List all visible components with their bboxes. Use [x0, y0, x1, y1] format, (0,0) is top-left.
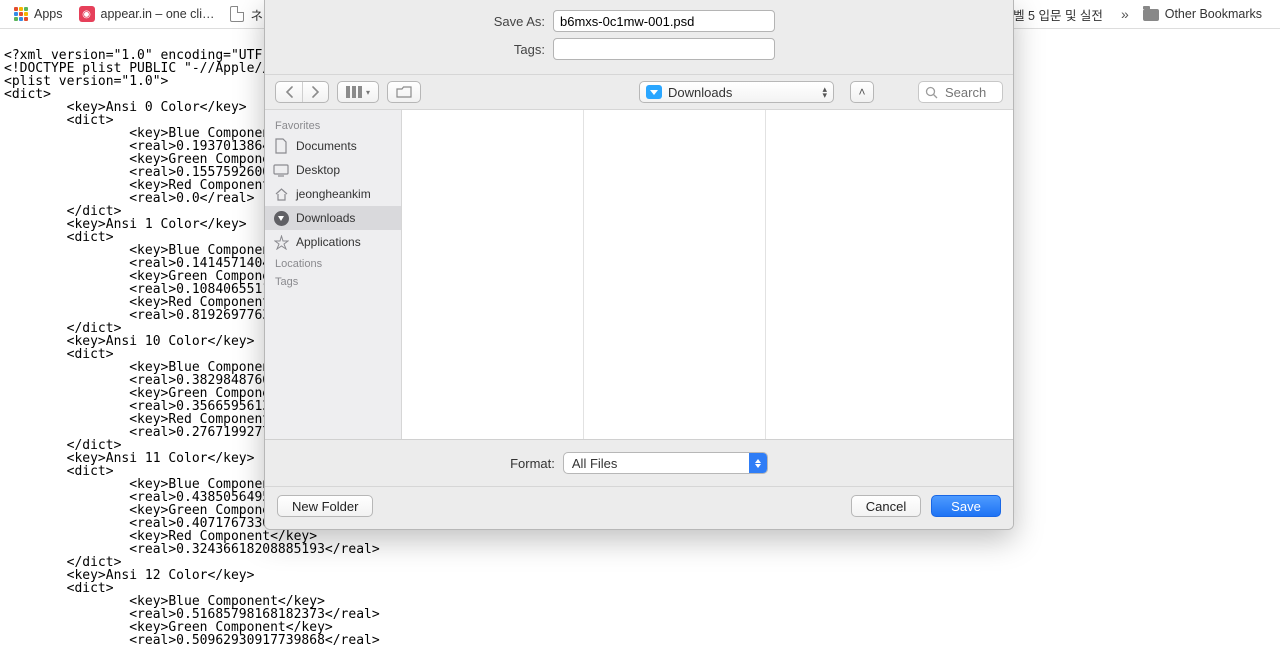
applications-icon	[273, 234, 289, 250]
sidebar-item-label: Applications	[296, 235, 361, 249]
bookmark-appearin[interactable]: ◉ appear.in – one cli…	[73, 2, 221, 26]
folder-icon	[1143, 9, 1159, 21]
format-row: Format: All Files	[265, 440, 1013, 487]
action-button[interactable]	[387, 81, 421, 103]
search-field[interactable]	[918, 81, 1003, 103]
desktop-icon	[273, 162, 289, 178]
sidebar-item-applications[interactable]: Applications	[265, 230, 401, 254]
chevron-left-icon	[285, 86, 294, 98]
location-label: Downloads	[668, 85, 732, 100]
bookmark-label: Apps	[34, 7, 63, 21]
file-column-2[interactable]	[584, 110, 766, 439]
bookmark-right[interactable]: 벨 5 입문 및 실전	[1007, 1, 1109, 28]
bookmark-overflow[interactable]: »	[1113, 6, 1137, 22]
sidebar-item-label: Desktop	[296, 163, 340, 177]
search-input[interactable]	[943, 84, 996, 101]
view-segment[interactable]: ▾	[337, 81, 379, 103]
format-label: Format:	[510, 456, 555, 471]
save-as-input[interactable]	[553, 10, 775, 32]
home-icon	[273, 186, 289, 202]
bookmark-label: appear.in – one cli…	[101, 7, 215, 21]
save-dialog: Save As: Tags: ▾ Download	[264, 0, 1014, 530]
bookmark-apps[interactable]: Apps	[8, 3, 69, 25]
location-dropdown[interactable]: Downloads ▴▾	[639, 81, 834, 103]
camera-icon: ◉	[79, 6, 95, 22]
select-caret-icon	[749, 453, 767, 473]
sidebar-item-label: Downloads	[296, 211, 355, 225]
sidebar-item-desktop[interactable]: Desktop	[265, 158, 401, 182]
sidebar-heading-locations: Locations	[265, 254, 401, 272]
file-browser: Favorites Documents Desktop jeongheankim	[265, 110, 1013, 440]
nav-segment	[275, 81, 329, 103]
tags-input[interactable]	[553, 38, 775, 60]
sidebar-item-label: Documents	[296, 139, 357, 153]
collapse-button[interactable]: ˄	[850, 81, 874, 103]
bookmark-other[interactable]: Other Bookmarks	[1137, 3, 1268, 25]
format-select[interactable]: All Files	[563, 452, 768, 474]
back-button[interactable]	[276, 82, 302, 102]
tags-label: Tags:	[279, 42, 553, 57]
sidebar-heading-tags: Tags	[265, 272, 401, 290]
sidebar-item-label: jeongheankim	[296, 187, 371, 201]
cancel-button[interactable]: Cancel	[851, 495, 921, 517]
save-button[interactable]: Save	[931, 495, 1001, 517]
documents-icon	[273, 138, 289, 154]
file-column-1[interactable]	[402, 110, 584, 439]
downloads-icon	[273, 210, 289, 226]
chevron-right-icon	[311, 86, 320, 98]
bookmark-label: Other Bookmarks	[1165, 7, 1262, 21]
sidebar: Favorites Documents Desktop jeongheankim	[265, 110, 402, 439]
sidebar-item-downloads[interactable]: Downloads	[265, 206, 401, 230]
sidebar-heading-favorites: Favorites	[265, 116, 401, 134]
dialog-footer: New Folder Cancel Save	[265, 487, 1013, 529]
new-folder-button[interactable]: New Folder	[277, 495, 373, 517]
downloads-folder-icon	[646, 85, 662, 99]
chevron-up-icon: ˄	[858, 85, 865, 99]
sort-caret-icon: ▴▾	[822, 86, 827, 98]
forward-button[interactable]	[302, 82, 328, 102]
bookmark-label: 벨 5 입문 및 실전	[1013, 5, 1103, 24]
folder-outline-icon	[396, 86, 412, 98]
columns-view-icon	[346, 86, 364, 98]
save-as-label: Save As:	[279, 14, 553, 29]
column-view[interactable]	[402, 110, 1013, 439]
sidebar-item-home[interactable]: jeongheankim	[265, 182, 401, 206]
file-column-3[interactable]	[766, 110, 1013, 439]
apps-grid-icon	[14, 7, 28, 21]
dialog-toolbar: ▾ Downloads ▴▾ ˄	[265, 74, 1013, 110]
page-icon	[230, 6, 244, 22]
format-value: All Files	[572, 456, 618, 471]
dialog-header: Save As: Tags:	[265, 0, 1013, 74]
sidebar-item-documents[interactable]: Documents	[265, 134, 401, 158]
search-icon	[925, 86, 938, 99]
